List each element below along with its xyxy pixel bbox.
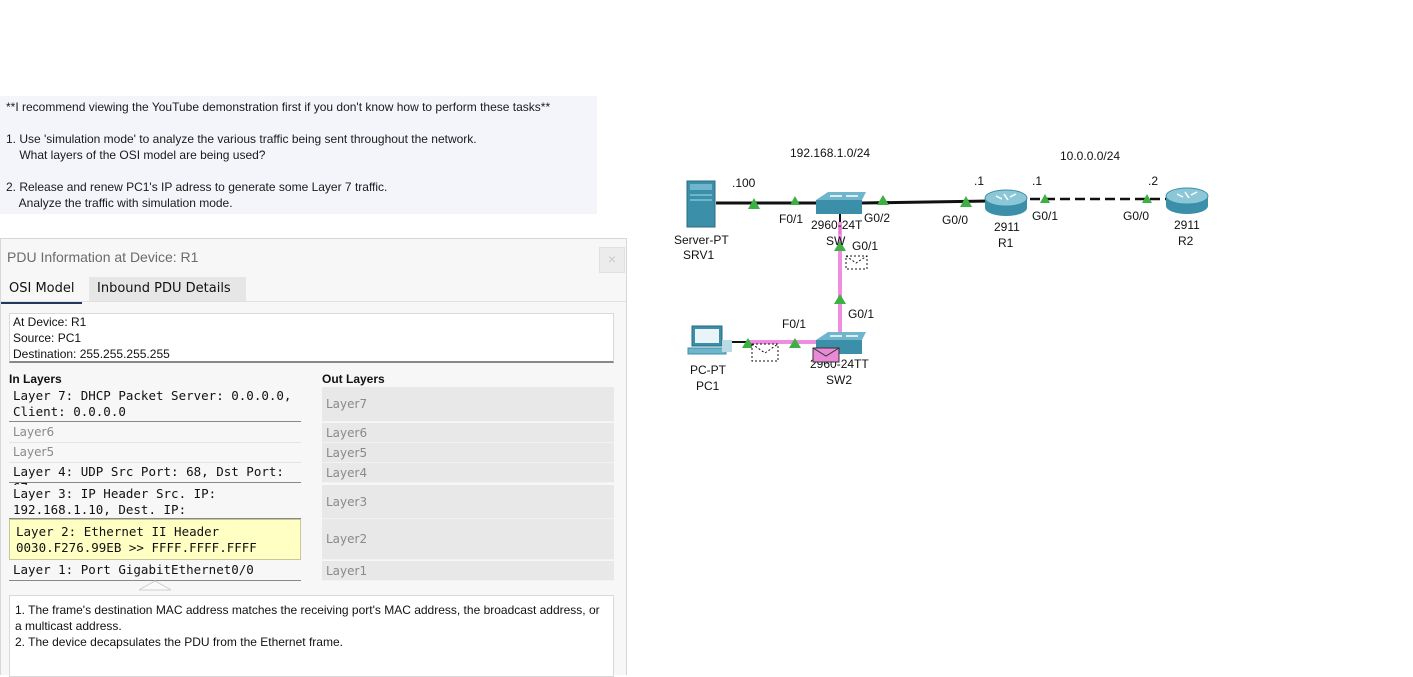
pdu-envelope-icon[interactable] — [751, 343, 779, 362]
pc-icon[interactable] — [687, 325, 732, 355]
sw2-port-g01: G0/1 — [848, 307, 874, 321]
r1-addr-g00: .1 — [974, 174, 984, 188]
r1-addr-g01: .1 — [1032, 174, 1042, 188]
r2-port-g00: G0/0 — [1123, 209, 1149, 223]
sw2-port-f01: F0/1 — [782, 317, 806, 331]
sw-model-label: 2960-24T — [811, 218, 863, 232]
pc1-name-label: PC1 — [696, 379, 720, 393]
pdu-envelope-icon[interactable] — [812, 347, 840, 363]
srv1-name-label: SRV1 — [683, 248, 714, 262]
r1-port-g00: G0/0 — [942, 213, 968, 227]
r2-addr-label: .2 — [1148, 174, 1158, 188]
r1-port-g01: G0/1 — [1032, 209, 1058, 223]
port-up-icon — [790, 196, 800, 205]
srv1-type-label: Server-PT — [674, 233, 729, 247]
r1-name-label: R1 — [998, 236, 1014, 250]
router-icon[interactable] — [984, 189, 1028, 216]
lan-network-label: 192.168.1.0/24 — [790, 146, 870, 160]
sw-name-label: SW — [826, 234, 846, 248]
wan-network-label: 10.0.0.0/24 — [1060, 149, 1120, 163]
srv1-addr-label: .100 — [732, 176, 756, 190]
port-up-icon — [834, 294, 846, 304]
r1-model-label: 2911 — [994, 220, 1020, 234]
sw-port-g01: G0/1 — [852, 239, 878, 253]
sw-port-g02: G0/2 — [864, 211, 890, 225]
sw-port-f01: F0/1 — [779, 212, 803, 226]
pdu-envelope-icon[interactable] — [845, 255, 868, 270]
server-icon[interactable] — [686, 180, 716, 228]
network-topology: Server-PT SRV1 .100 2960-24T SW F0/1 G0/… — [674, 146, 1209, 393]
port-up-icon — [877, 195, 889, 205]
pc1-type-label: PC-PT — [690, 363, 727, 377]
r2-name-label: R2 — [1178, 234, 1194, 248]
r2-model-label: 2911 — [1174, 218, 1200, 232]
router-icon[interactable] — [1165, 187, 1209, 214]
sw2-name-label: SW2 — [826, 373, 852, 387]
switch-icon[interactable] — [816, 192, 866, 214]
